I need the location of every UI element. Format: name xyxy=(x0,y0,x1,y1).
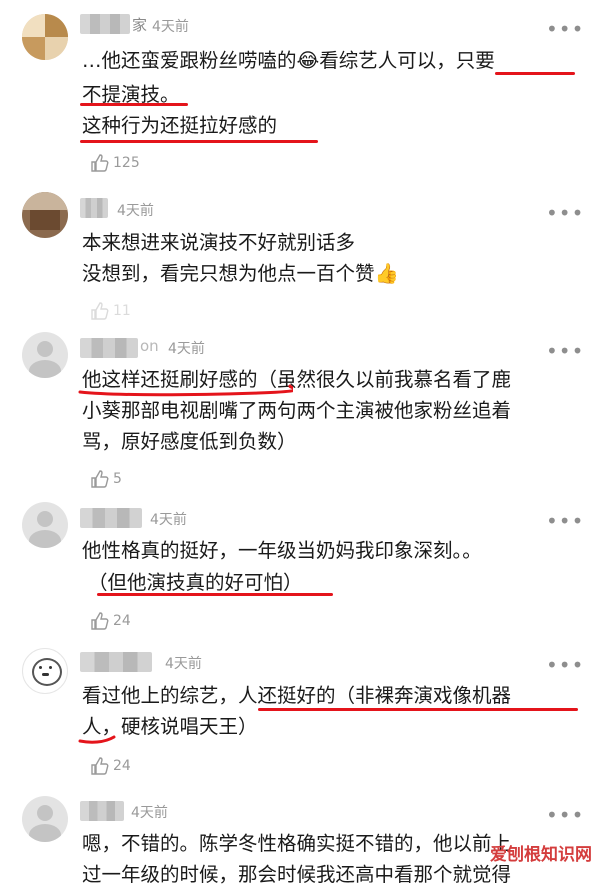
comment-line-3: 这种行为还挺拉好感的 xyxy=(82,114,278,137)
thumbs-up-icon xyxy=(91,612,109,630)
highlight-underline xyxy=(78,384,293,397)
username-blurred[interactable] xyxy=(80,652,152,672)
timestamp: 4天前 xyxy=(152,19,189,35)
username-suffix: on xyxy=(140,337,159,355)
like-button[interactable]: 24 xyxy=(90,756,131,776)
avatar[interactable] xyxy=(22,796,68,842)
like-count: 125 xyxy=(113,155,140,171)
more-dots-icon[interactable]: ••• xyxy=(546,655,584,675)
highlight-underline xyxy=(78,735,116,744)
username-blurred[interactable] xyxy=(80,801,124,821)
timestamp: 4天前 xyxy=(168,341,205,357)
timestamp: 4天前 xyxy=(165,656,202,672)
more-dots-icon[interactable]: ••• xyxy=(546,341,584,361)
highlight-underline xyxy=(495,72,575,75)
highlight-underline xyxy=(80,140,318,143)
comment-line-2: 小葵那部电视剧嘴了两句两个主演被他家粉丝追着 xyxy=(82,399,512,422)
like-count: 5 xyxy=(113,471,122,487)
avatar[interactable] xyxy=(22,332,68,378)
more-dots-icon[interactable]: ••• xyxy=(546,19,584,39)
like-button[interactable]: 125 xyxy=(90,153,140,173)
comment-line-1: 看过他上的综艺，人还挺好的（非裸奔演戏像机器 xyxy=(82,684,512,707)
comment-line-1: 他性格真的挺好，一年级当奶妈我印象深刻。。 xyxy=(82,539,482,562)
like-count: 24 xyxy=(113,758,131,774)
comment-line-1: …他还蛮爱跟粉丝唠嗑的😂看综艺人可以，只要 xyxy=(82,49,495,72)
avatar[interactable] xyxy=(22,502,68,548)
more-dots-icon[interactable]: ••• xyxy=(546,203,584,223)
thumbs-up-icon xyxy=(91,470,109,488)
like-button[interactable]: 24 xyxy=(90,611,131,631)
comment-line-1: 嗯，不错的。陈学冬性格确实挺不错的，他以前上 xyxy=(82,832,512,855)
comment-line-2: 没想到，看完只想为他点一百个赞👍 xyxy=(82,262,399,285)
username-blurred[interactable] xyxy=(80,338,138,358)
thumbs-up-icon xyxy=(91,302,109,320)
more-dots-icon[interactable]: ••• xyxy=(546,805,584,825)
username-blurred[interactable] xyxy=(80,508,142,528)
highlight-underline xyxy=(258,708,578,711)
like-button[interactable]: 5 xyxy=(90,469,122,489)
timestamp: 4天前 xyxy=(117,203,154,219)
timestamp: 4天前 xyxy=(131,805,168,821)
avatar[interactable] xyxy=(22,14,68,60)
like-button[interactable]: 11 xyxy=(90,301,131,321)
comment-line-2: 过一年级的时候，那会时候我还高中看那个就觉得 xyxy=(82,863,512,886)
like-count: 24 xyxy=(113,613,131,629)
watermark: 爱刨根知识网 xyxy=(490,845,592,865)
username-char: 家 xyxy=(132,16,148,34)
more-dots-icon[interactable]: ••• xyxy=(546,511,584,531)
like-count: 11 xyxy=(113,303,131,319)
timestamp: 4天前 xyxy=(150,512,187,528)
username-blurred[interactable] xyxy=(80,14,130,34)
highlight-underline xyxy=(97,593,333,596)
comment-line-1: 本来想进来说演技不好就别话多 xyxy=(82,231,356,254)
username-blurred[interactable] xyxy=(80,198,108,218)
comment-line-3: 骂，原好感度低到负数） xyxy=(82,430,297,453)
avatar[interactable] xyxy=(22,192,68,238)
thumbs-up-icon xyxy=(91,757,109,775)
avatar[interactable] xyxy=(22,648,68,694)
highlight-underline xyxy=(80,103,188,106)
thumbs-up-icon xyxy=(91,154,109,172)
